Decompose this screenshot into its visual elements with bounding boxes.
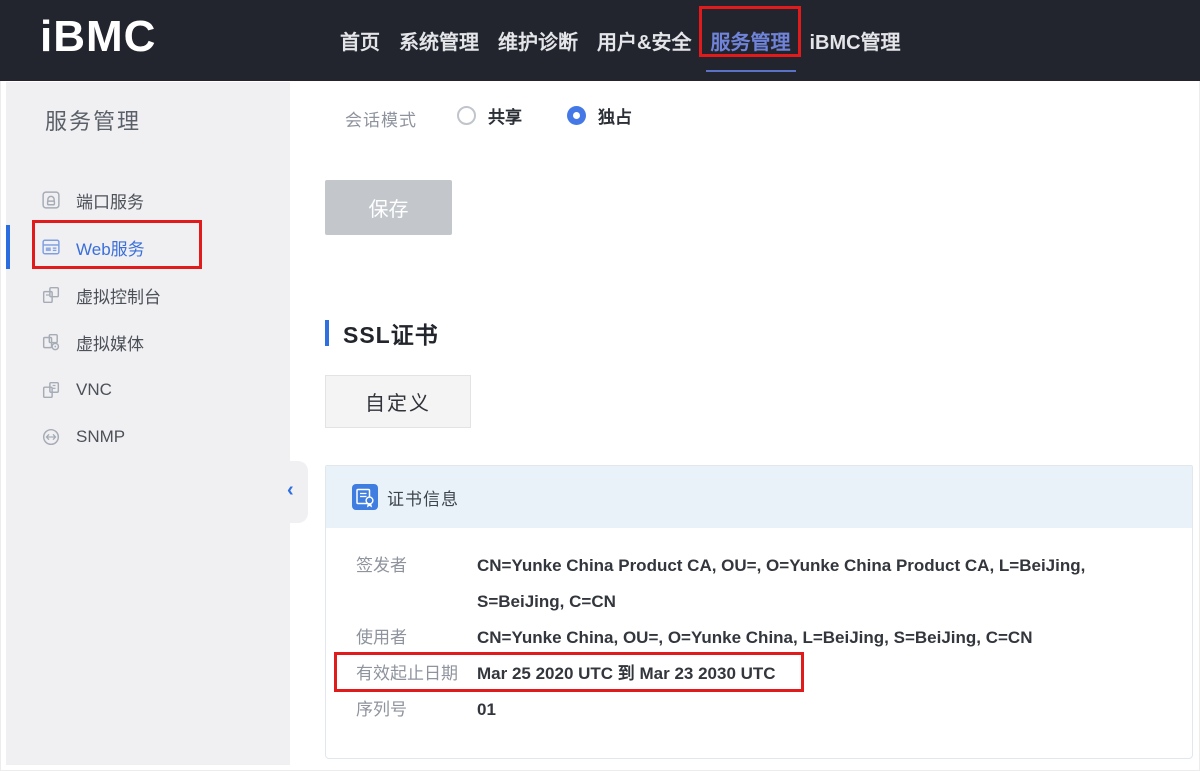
ibmc-logo: iBMC	[40, 12, 156, 62]
radio-exclusive-label[interactable]: 独占	[598, 103, 632, 128]
sidebar-item-label: 虚拟控制台	[76, 283, 161, 308]
sidebar-collapse-handle[interactable]: ‹	[284, 461, 308, 523]
active-nav-underline	[706, 70, 796, 72]
radio-shared[interactable]	[457, 106, 476, 125]
ssl-section-title: SSL证书	[343, 316, 439, 350]
sidebar-item-port-service[interactable]: 端口服务	[6, 177, 290, 223]
nav-item-label: 服务管理	[710, 26, 790, 55]
session-mode-label: 会话模式	[345, 106, 417, 131]
certificate-panel-title: 证书信息	[387, 485, 459, 510]
chevron-left-icon: ‹	[287, 480, 294, 500]
sidebar-item-label: 虚拟媒体	[76, 330, 144, 355]
certificate-panel-header: 证书信息	[326, 466, 1192, 528]
sidebar-item-vnc[interactable]: VNC	[6, 367, 290, 413]
nav-item-service-management[interactable]: 服务管理	[710, 0, 790, 81]
sidebar-item-virtual-console[interactable]: 虚拟控制台	[6, 272, 290, 318]
active-item-indicator	[6, 225, 10, 269]
sidebar-item-virtual-media[interactable]: 虚拟媒体	[6, 319, 290, 365]
field-value: CN=Yunke China Product CA, OU=, O=Yunke …	[477, 548, 1117, 620]
field-label: 序列号	[356, 692, 477, 728]
cert-row-subject: 使用者 CN=Yunke China, OU=, O=Yunke China, …	[356, 620, 1156, 656]
radio-exclusive[interactable]	[567, 106, 586, 125]
virtual-media-icon	[42, 333, 60, 351]
nav-item-label: 首页	[340, 26, 380, 55]
customize-button[interactable]: 自定义	[325, 375, 471, 428]
vnc-icon	[42, 381, 60, 399]
certificate-info-panel: 证书信息 签发者 CN=Yunke China Product CA, OU=,…	[325, 465, 1193, 759]
nav-item-maintenance-diagnosis[interactable]: 维护诊断	[498, 0, 578, 81]
field-label: 使用者	[356, 620, 477, 656]
certificate-fields: 签发者 CN=Yunke China Product CA, OU=, O=Yu…	[356, 528, 1156, 728]
sidebar: 服务管理 端口服务 Web服务 虚拟控制台 虚拟媒体	[6, 82, 290, 765]
web-service-icon	[42, 238, 60, 256]
sidebar-item-label: 端口服务	[76, 188, 144, 213]
cert-row-validity: 有效起止日期 Mar 25 2020 UTC 到 Mar 23 2030 UTC	[356, 656, 1156, 692]
sidebar-item-label: SNMP	[76, 427, 125, 447]
radio-shared-label[interactable]: 共享	[488, 103, 522, 128]
nav-item-label: 系统管理	[399, 26, 479, 55]
nav-item-user-security[interactable]: 用户&安全	[597, 0, 691, 81]
port-service-icon	[42, 191, 60, 209]
sidebar-title: 服务管理	[45, 104, 141, 136]
sidebar-item-snmp[interactable]: SNMP	[6, 414, 290, 460]
snmp-icon	[42, 428, 60, 446]
sidebar-item-label: VNC	[76, 380, 112, 400]
field-value: 01	[477, 692, 1117, 728]
virtual-console-icon	[42, 286, 60, 304]
top-header: iBMC 首页 系统管理 维护诊断 用户&安全 服务管理 iBMC管理	[0, 0, 1200, 81]
nav-item-home[interactable]: 首页	[340, 0, 380, 81]
section-accent-bar	[325, 320, 329, 346]
cert-row-serial: 序列号 01	[356, 692, 1156, 728]
session-mode-radio-group: 共享 独占	[457, 103, 632, 128]
nav-item-ibmc-management[interactable]: iBMC管理	[809, 0, 900, 81]
ssl-section-header: SSL证书	[325, 316, 439, 350]
field-label: 签发者	[356, 548, 477, 620]
sidebar-item-web-service[interactable]: Web服务	[6, 224, 290, 270]
field-value: CN=Yunke China, OU=, O=Yunke China, L=Be…	[477, 620, 1117, 656]
certificate-icon	[352, 484, 378, 510]
top-nav: 首页 系统管理 维护诊断 用户&安全 服务管理 iBMC管理	[340, 0, 901, 81]
field-value: Mar 25 2020 UTC 到 Mar 23 2030 UTC	[477, 656, 1117, 692]
cert-row-issuer: 签发者 CN=Yunke China Product CA, OU=, O=Yu…	[356, 548, 1156, 620]
nav-item-label: 用户&安全	[597, 26, 691, 55]
nav-item-label: iBMC管理	[809, 26, 900, 55]
save-button[interactable]: 保存	[325, 180, 452, 235]
sidebar-item-label: Web服务	[76, 235, 145, 260]
field-label: 有效起止日期	[356, 656, 477, 692]
ibmc-page: iBMC 首页 系统管理 维护诊断 用户&安全 服务管理 iBMC管理	[0, 0, 1200, 771]
nav-item-system-management[interactable]: 系统管理	[399, 0, 479, 81]
nav-item-label: 维护诊断	[498, 26, 578, 55]
